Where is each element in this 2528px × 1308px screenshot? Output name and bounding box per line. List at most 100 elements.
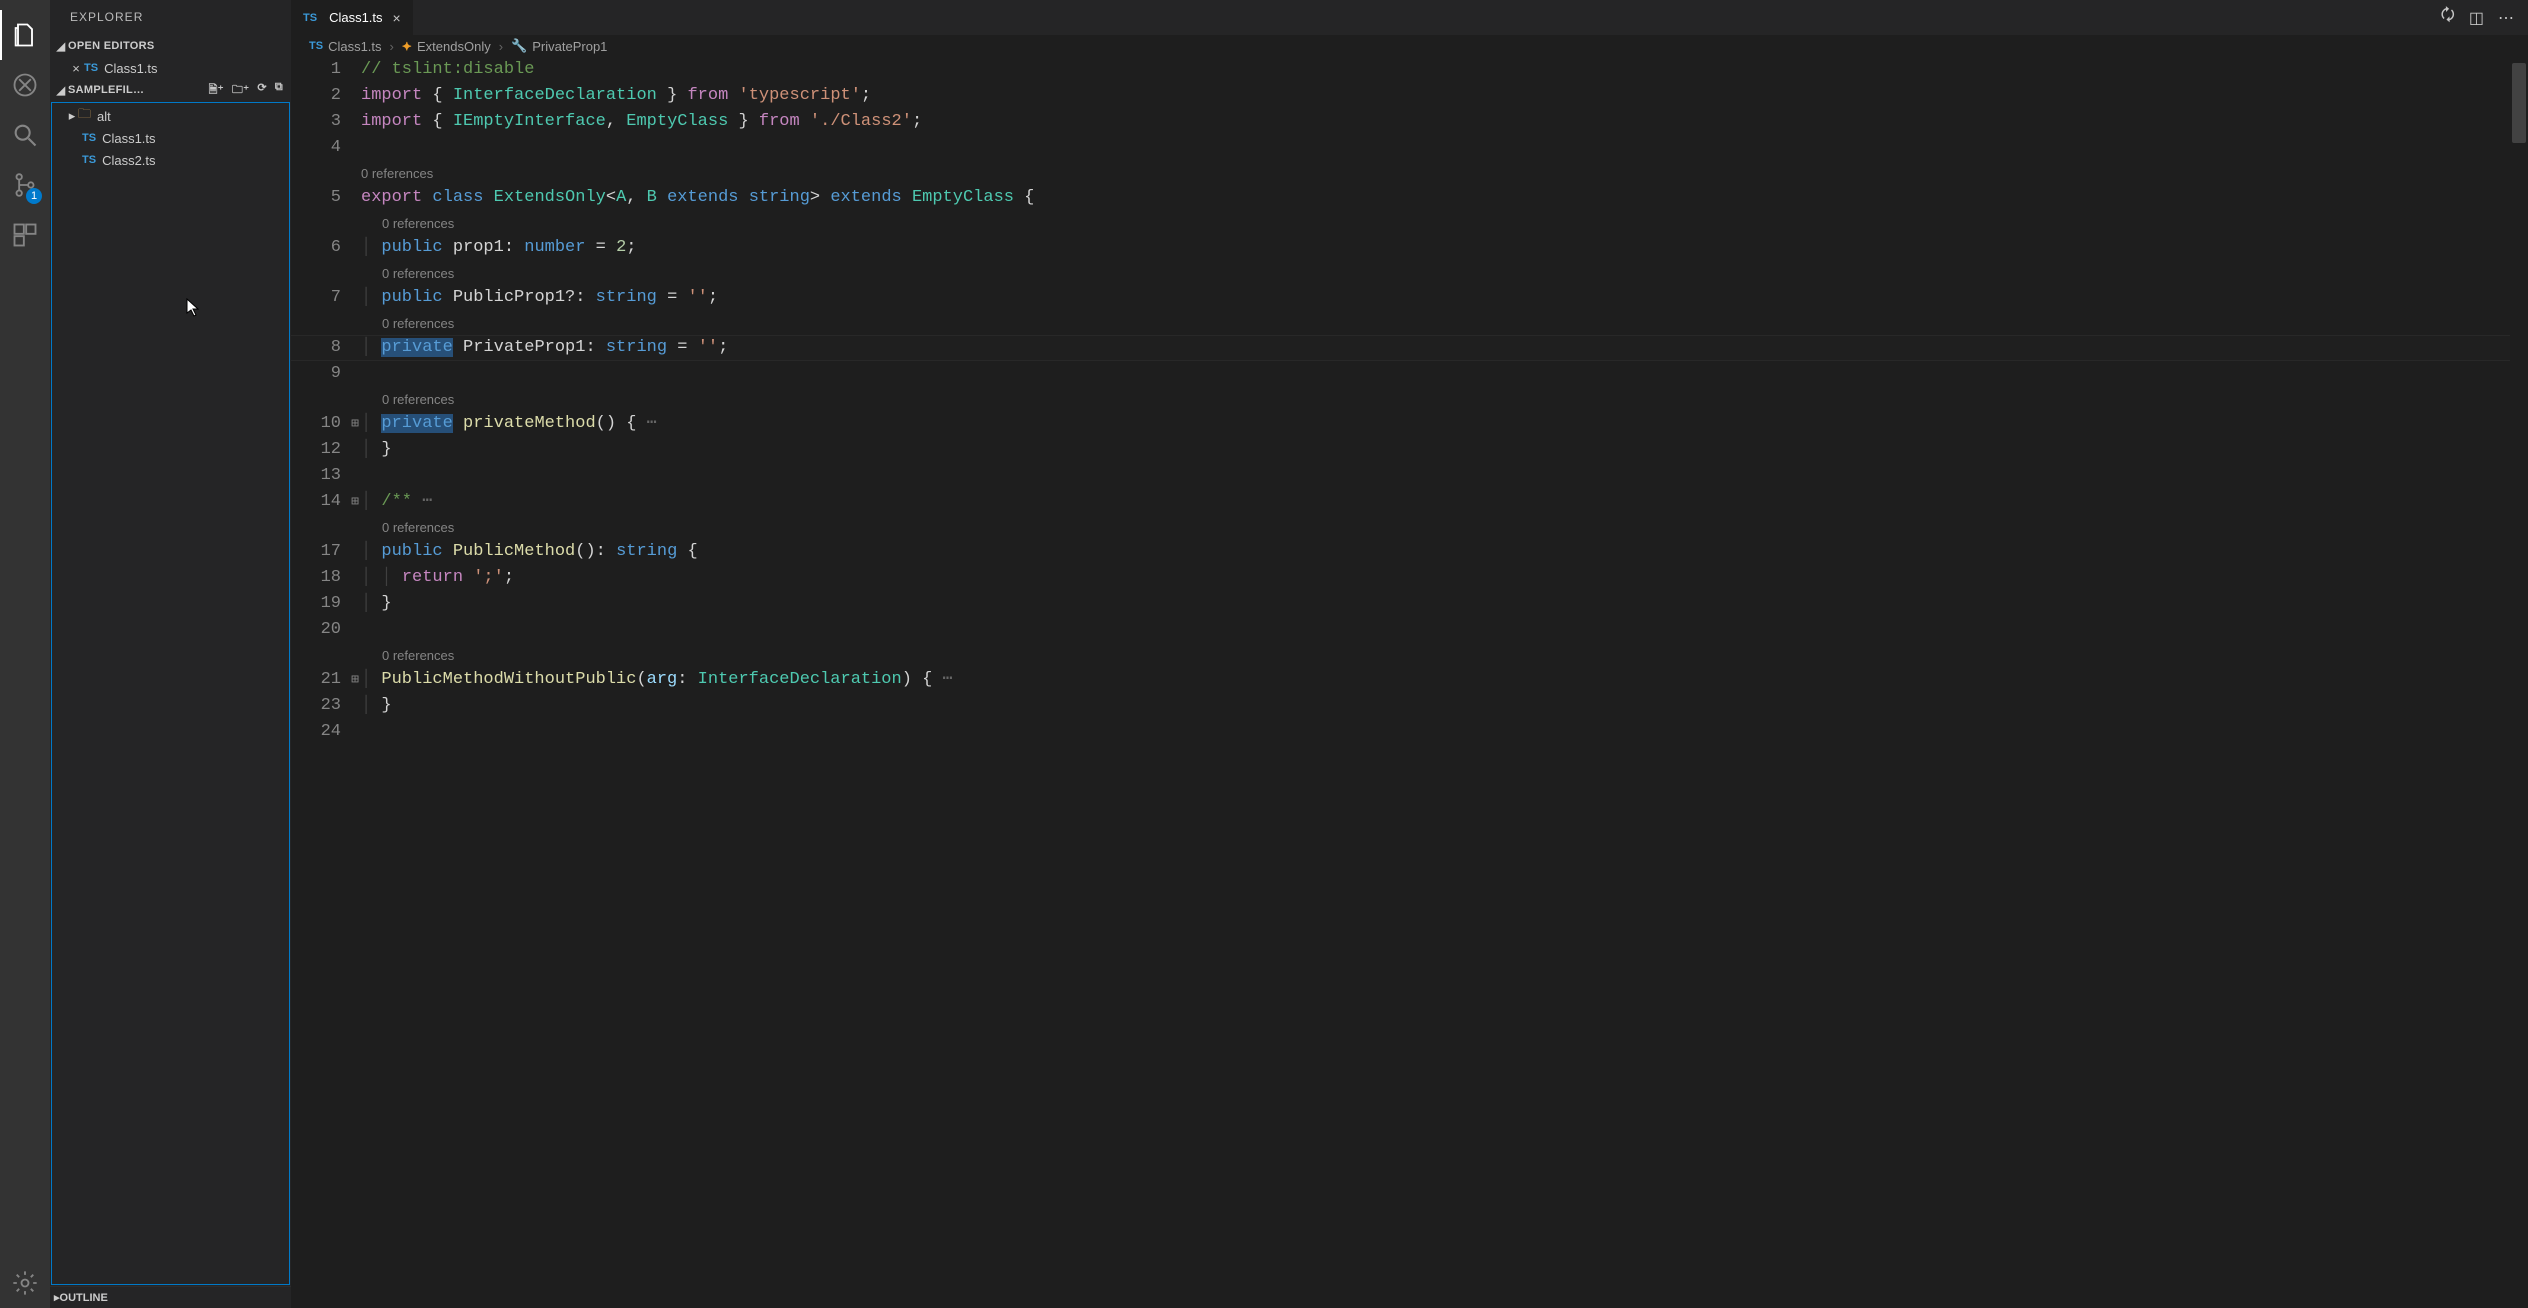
tab-label: Class1.ts xyxy=(329,10,382,25)
wrench-icon: 🔧 xyxy=(511,38,527,54)
line-number: 10 xyxy=(291,411,341,437)
tree-folder-alt[interactable]: ▸ 🗀 alt xyxy=(52,105,289,127)
activity-files-icon[interactable] xyxy=(0,10,50,60)
breadcrumb-member[interactable]: 🔧 PrivateProp1 xyxy=(511,38,607,54)
code-line[interactable] xyxy=(361,361,2528,387)
line-number: 18 xyxy=(291,565,341,591)
close-icon[interactable]: × xyxy=(393,10,401,26)
codelens[interactable]: 0 references xyxy=(361,161,2528,185)
line-number: 6 xyxy=(291,235,341,261)
ts-file-icon: TS xyxy=(84,62,98,74)
code-line[interactable]: import { InterfaceDeclaration } from 'ty… xyxy=(361,83,2528,109)
editor[interactable]: 1234567891012131417181920212324 // tslin… xyxy=(291,57,2528,1308)
new-file-icon[interactable]: 🗎⁺ xyxy=(209,81,224,100)
code-line[interactable]: │ /** ⋯ xyxy=(361,489,2528,515)
code-line[interactable]: import { IEmptyInterface, EmptyClass } f… xyxy=(361,109,2528,135)
activity-search-icon[interactable] xyxy=(0,110,50,160)
ts-file-icon: TS xyxy=(82,132,96,144)
tree-item-label: alt xyxy=(97,109,111,124)
code-line[interactable]: │ public prop1: number = 2; xyxy=(361,235,2528,261)
code-line[interactable] xyxy=(361,135,2528,161)
code-line[interactable]: │ private PrivateProp1: string = ''; xyxy=(361,335,2528,361)
code-line[interactable]: │ private privateMethod() { ⋯ xyxy=(361,411,2528,437)
breadcrumbs[interactable]: TS Class1.ts › ⯌ ExtendsOnly › 🔧 Private… xyxy=(291,35,2528,57)
line-number: 14 xyxy=(291,489,341,515)
scm-badge: 1 xyxy=(26,188,42,204)
breadcrumb-label: Class1.ts xyxy=(328,39,381,54)
line-number: 19 xyxy=(291,591,341,617)
gutter: 1234567891012131417181920212324 xyxy=(291,57,361,1308)
split-editor-icon[interactable]: ◫ xyxy=(2469,8,2484,28)
sidebar: EXPLORER ◢ OPEN EDITORS × TS Class1.ts ◢… xyxy=(50,0,291,1308)
codelens[interactable]: 0 references xyxy=(361,211,2528,235)
open-editor-filename: Class1.ts xyxy=(104,61,157,76)
more-actions-icon[interactable]: ⋯ xyxy=(2498,8,2514,28)
tree-item-label: Class1.ts xyxy=(102,131,155,146)
outline-label: OUTLINE xyxy=(60,1292,108,1304)
open-editors-header[interactable]: ◢ OPEN EDITORS xyxy=(50,35,291,57)
codelens[interactable]: 0 references xyxy=(361,515,2528,539)
activity-bar: 1 xyxy=(0,0,50,1308)
line-number: 20 xyxy=(291,617,341,643)
collapse-all-icon[interactable]: ⧉ xyxy=(275,81,283,100)
codelens[interactable]: 0 references xyxy=(361,643,2528,667)
line-number: 5 xyxy=(291,185,341,211)
ts-file-icon: TS xyxy=(309,40,323,52)
code-line[interactable]: │ public PublicMethod(): string { xyxy=(361,539,2528,565)
tree-file-class1[interactable]: TS Class1.ts xyxy=(52,127,289,149)
line-number: 2 xyxy=(291,83,341,109)
activity-scm-icon[interactable]: 1 xyxy=(0,160,50,210)
breadcrumb-class[interactable]: ⯌ ExtendsOnly xyxy=(402,38,491,54)
code-line[interactable]: export class ExtendsOnly<A, B extends st… xyxy=(361,185,2528,211)
new-folder-icon[interactable]: 🗀⁺ xyxy=(232,81,249,100)
outline-header[interactable]: ▸ OUTLINE xyxy=(50,1286,291,1308)
code-line[interactable]: │ } xyxy=(361,693,2528,719)
line-number: 4 xyxy=(291,135,341,161)
line-number: 13 xyxy=(291,463,341,489)
line-number: 8 xyxy=(291,335,341,361)
tab-class1[interactable]: TS Class1.ts × xyxy=(291,0,414,35)
code-line[interactable] xyxy=(361,617,2528,643)
codelens[interactable]: 0 references xyxy=(361,311,2528,335)
code-line[interactable]: │ PublicMethodWithoutPublic(arg: Interfa… xyxy=(361,667,2528,693)
tree-file-class2[interactable]: TS Class2.ts xyxy=(52,149,289,171)
code-line[interactable] xyxy=(361,719,2528,745)
open-editor-item[interactable]: × TS Class1.ts xyxy=(50,57,291,79)
code-line[interactable]: │ │ return ';'; xyxy=(361,565,2528,591)
folder-section-header[interactable]: ◢ SAMPLEFIL… 🗎⁺ 🗀⁺ ⟳ ⧉ xyxy=(50,79,291,101)
code-line[interactable]: // tslint:disable xyxy=(361,57,2528,83)
mouse-cursor xyxy=(186,298,202,318)
folder-icon: 🗀 xyxy=(78,105,91,127)
minimap-scrollbar[interactable] xyxy=(2512,63,2526,143)
line-number: 7 xyxy=(291,285,341,311)
sidebar-title: EXPLORER xyxy=(50,0,291,35)
refresh-icon[interactable]: ⟳ xyxy=(257,81,267,100)
code-line[interactable] xyxy=(361,463,2528,489)
close-icon[interactable]: × xyxy=(68,61,84,76)
compare-changes-icon[interactable]: 🗘 xyxy=(2441,4,2455,31)
activity-settings-icon[interactable] xyxy=(0,1258,50,1308)
ts-file-icon: TS xyxy=(82,154,96,166)
line-number: 21 xyxy=(291,667,341,693)
chevron-down-icon: ◢ xyxy=(54,84,68,97)
chevron-down-icon: ◢ xyxy=(54,40,68,53)
editor-actions: 🗘 ◫ ⋯ xyxy=(2441,0,2528,35)
file-tree[interactable]: ▸ 🗀 alt TS Class1.ts TS Class2.ts xyxy=(51,102,290,1285)
breadcrumb-file[interactable]: TS Class1.ts xyxy=(309,39,382,54)
line-number: 12 xyxy=(291,437,341,463)
ts-file-icon: TS xyxy=(303,12,317,24)
codelens[interactable]: 0 references xyxy=(361,261,2528,285)
class-icon: ⯌ xyxy=(402,38,412,54)
editor-group: TS Class1.ts × 🗘 ◫ ⋯ TS Class1.ts › ⯌ Ex… xyxy=(291,0,2528,1308)
code-line[interactable]: │ } xyxy=(361,437,2528,463)
folder-section-label: SAMPLEFIL… xyxy=(68,84,144,96)
code-line[interactable]: │ public PublicProp1?: string = ''; xyxy=(361,285,2528,311)
tree-item-label: Class2.ts xyxy=(102,153,155,168)
line-number: 23 xyxy=(291,693,341,719)
code-line[interactable]: │ } xyxy=(361,591,2528,617)
line-number: 17 xyxy=(291,539,341,565)
activity-debug-icon[interactable] xyxy=(0,60,50,110)
code-area[interactable]: // tslint:disableimport { InterfaceDecla… xyxy=(361,57,2528,1308)
activity-extensions-icon[interactable] xyxy=(0,210,50,260)
codelens[interactable]: 0 references xyxy=(361,387,2528,411)
